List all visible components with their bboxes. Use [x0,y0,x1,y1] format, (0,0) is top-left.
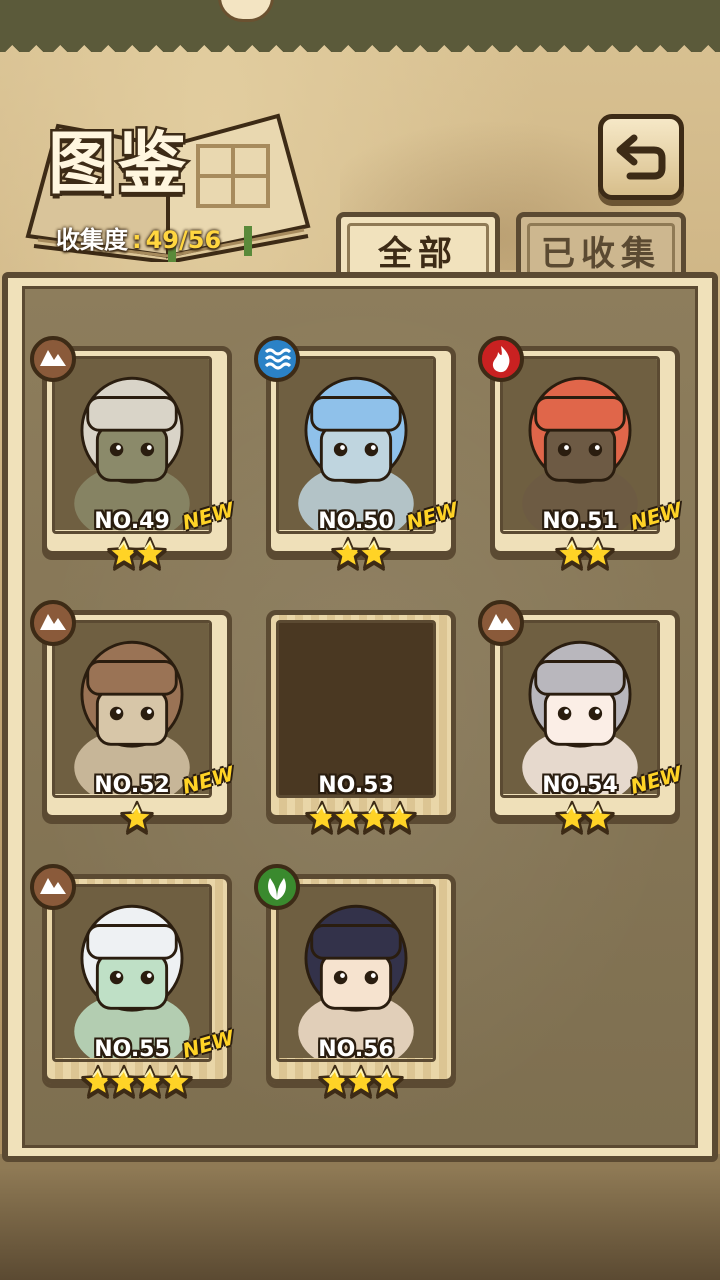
star-rating [42,536,232,572]
star-icon [159,1064,193,1098]
card-portrait-area: NO.52 [52,620,212,798]
star-icon [383,800,417,834]
bottom-border [0,1168,720,1280]
monster-card[interactable]: NO.54 NEW [478,600,685,836]
progress-separator: : [132,226,142,254]
monster-card[interactable]: NO.52 NEW [30,600,237,836]
progress-label: 收集度 [56,226,128,254]
earth-icon [30,336,76,382]
star-rating [490,800,680,836]
star-icon [581,800,615,834]
monster-portrait [503,359,657,531]
star-rating [266,1064,456,1100]
monster-portrait [279,359,433,531]
card-portrait-area: NO.54 [500,620,660,798]
monster-portrait [55,623,209,795]
star-rating [42,800,232,836]
monster-card[interactable]: NO.55 NEW [30,864,237,1100]
progress-value: 49/56 [145,226,222,254]
top-border [0,0,720,38]
back-button[interactable] [598,114,684,200]
wood-icon [254,864,300,910]
earth-icon [30,600,76,646]
collection-progress: 收集度:49/56 [56,220,221,255]
monster-card[interactable]: NO.50 NEW [254,336,461,572]
card-portrait-area: NO.53 [276,620,436,798]
monster-portrait [55,359,209,531]
star-rating [266,536,456,572]
card-number: NO.53 [318,773,394,798]
top-border-teeth [0,38,720,52]
earth-icon [478,600,524,646]
star-icon [133,536,167,570]
star-rating [42,1064,232,1100]
monster-card[interactable]: NO.53 [266,610,456,836]
monster-portrait [55,887,209,1059]
star-icon [370,1064,404,1098]
card-portrait-area: NO.50 [276,356,436,534]
earth-icon [30,864,76,910]
card-number: NO.56 [318,1037,394,1062]
star-icon [581,536,615,570]
card-portrait-area: NO.51 [500,356,660,534]
monster-card[interactable]: NO.49 NEW [30,336,237,572]
star-rating [266,800,456,836]
tab-collected-frame [527,223,675,278]
monster-card[interactable]: NO.56 [254,864,456,1100]
page-title: 图鉴 [45,123,189,207]
card-portrait-area: NO.55 [52,884,212,1062]
monster-portrait [279,887,433,1059]
card-portrait-area: NO.49 [52,356,212,534]
star-icon [357,536,391,570]
return-arrow-icon [616,134,666,180]
card-portrait-area: NO.56 [276,884,436,1062]
monster-portrait [503,623,657,795]
star-rating [490,536,680,572]
fire-icon [478,336,524,382]
tab-all-frame [347,223,489,278]
water-icon [254,336,300,382]
star-icon [120,800,154,834]
monster-card[interactable]: NO.51 NEW [478,336,685,572]
